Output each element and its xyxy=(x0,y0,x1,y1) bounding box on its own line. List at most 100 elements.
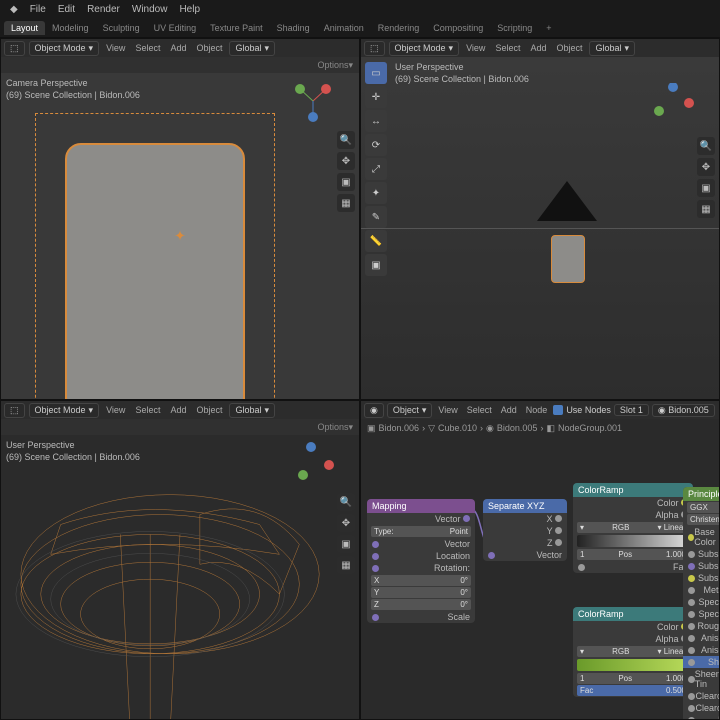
menu-file[interactable]: File xyxy=(24,4,52,15)
ramp-gradient[interactable] xyxy=(577,535,689,547)
pan-icon[interactable]: ✥ xyxy=(697,158,715,176)
v3d-select[interactable]: Select xyxy=(132,43,163,53)
menu-render[interactable]: Render xyxy=(81,4,126,15)
v3d-object[interactable]: Object xyxy=(193,43,225,53)
object-bidon-small[interactable] xyxy=(551,235,585,283)
bc-object[interactable]: ▣ Bidon.006 xyxy=(367,423,419,434)
scene-label: (69) Scene Collection | Bidon.006 xyxy=(395,74,529,86)
tool-rotate[interactable]: ⟳ xyxy=(365,134,387,156)
bc-mesh[interactable]: ▽ Cube.010 xyxy=(428,423,477,434)
perspective-label: Camera Perspective xyxy=(6,78,140,90)
persp-icon[interactable]: ▦ xyxy=(337,556,355,574)
orientation-select[interactable]: Global ▾ xyxy=(589,41,635,56)
tool-annotate[interactable]: ✎ xyxy=(365,206,387,228)
tab-layout[interactable]: Layout xyxy=(4,21,45,35)
node-breadcrumb: ▣ Bidon.006 › ▽ Cube.010 › ◉ Bidon.005 ›… xyxy=(361,419,719,437)
use-nodes-checkbox[interactable] xyxy=(553,405,563,415)
pan-icon[interactable]: ✥ xyxy=(337,152,355,170)
viewport-canvas[interactable]: Camera Perspective (69) Scene Collection… xyxy=(1,73,359,399)
node-principled-bsdf[interactable]: Principle GGX Christens Base Color Subsu… xyxy=(683,487,720,720)
editor-type-icon[interactable]: ⬚ xyxy=(4,41,25,56)
shader-type[interactable]: Object ▾ xyxy=(387,403,433,418)
ne-add[interactable]: Add xyxy=(498,405,520,415)
options-toggle[interactable]: Options xyxy=(317,60,348,70)
zoom-icon[interactable]: 🔍 xyxy=(697,137,715,155)
camera-icon[interactable]: ▣ xyxy=(697,179,715,197)
persp-icon[interactable]: ▦ xyxy=(337,194,355,212)
nav-gizmo[interactable] xyxy=(651,83,695,127)
tab-add[interactable]: + xyxy=(539,21,558,35)
menu-window[interactable]: Window xyxy=(126,4,174,15)
tab-scripting[interactable]: Scripting xyxy=(490,21,539,35)
viewport-canvas[interactable]: User Perspective (69) Scene Collection |… xyxy=(361,57,719,399)
tool-move[interactable]: ↔ xyxy=(365,110,387,132)
mode-selector[interactable]: Object Mode ▾ xyxy=(29,403,100,418)
tab-sculpting[interactable]: Sculpting xyxy=(96,21,147,35)
mode-selector[interactable]: Object Mode ▾ xyxy=(389,41,460,56)
mode-selector[interactable]: Object Mode ▾ xyxy=(29,41,100,56)
node-title: Mapping xyxy=(367,499,475,513)
orientation-select[interactable]: Global ▾ xyxy=(229,41,275,56)
v3d-add[interactable]: Add xyxy=(167,405,189,415)
object-bidon[interactable] xyxy=(65,143,245,400)
bc-material[interactable]: ◉ Bidon.005 xyxy=(486,423,537,434)
zoom-icon[interactable]: 🔍 xyxy=(337,493,355,511)
perspective-label: User Perspective xyxy=(395,62,529,74)
editor-type-icon[interactable]: ◉ xyxy=(364,403,384,418)
menu-edit[interactable]: Edit xyxy=(52,4,81,15)
bc-nodegroup[interactable]: ◧ NodeGroup.001 xyxy=(546,423,622,434)
tool-cursor[interactable]: ✛ xyxy=(365,86,387,108)
node-colorramp-1[interactable]: ColorRamp Color Alpha ▾RGB▾ Linear 1Pos1… xyxy=(573,483,693,573)
node-mapping[interactable]: Mapping Vector Type:Point Vector Locatio… xyxy=(367,499,475,623)
v3d-select[interactable]: Select xyxy=(132,405,163,415)
options-toggle[interactable]: Options xyxy=(317,422,348,432)
ne-node[interactable]: Node xyxy=(523,405,551,415)
camera-icon[interactable]: ▣ xyxy=(337,535,355,553)
v3d-select[interactable]: Select xyxy=(492,43,523,53)
nav-gizmo[interactable] xyxy=(291,441,335,485)
tool-select-box[interactable]: ▭ xyxy=(365,62,387,84)
camera-icon[interactable]: ▣ xyxy=(337,173,355,191)
ne-view[interactable]: View xyxy=(435,405,460,415)
v3d-add[interactable]: Add xyxy=(527,43,549,53)
v3d-view[interactable]: View xyxy=(103,43,128,53)
v3d-view[interactable]: View xyxy=(103,405,128,415)
tool-transform[interactable]: ✦ xyxy=(365,182,387,204)
tool-scale[interactable]: ⤢ xyxy=(365,158,387,180)
tab-shading[interactable]: Shading xyxy=(270,21,317,35)
editor-type-icon[interactable]: ⬚ xyxy=(364,41,385,56)
v3d-object[interactable]: Object xyxy=(553,43,585,53)
menu-help[interactable]: Help xyxy=(173,4,206,15)
nav-gizmo[interactable] xyxy=(291,79,335,123)
ramp-gradient[interactable] xyxy=(577,659,689,671)
material-select[interactable]: ◉ Bidon.005 xyxy=(652,404,715,417)
viewport-canvas-wire[interactable]: User Perspective (69) Scene Collection |… xyxy=(1,435,359,719)
tab-modeling[interactable]: Modeling xyxy=(45,21,96,35)
pan-icon[interactable]: ✥ xyxy=(337,514,355,532)
v3d-view[interactable]: View xyxy=(463,43,488,53)
top-menu: ◆ File Edit Render Window Help xyxy=(0,0,720,18)
tab-uvediting[interactable]: UV Editing xyxy=(147,21,204,35)
editor-type-icon[interactable]: ⬚ xyxy=(4,403,25,418)
zoom-icon[interactable]: 🔍 xyxy=(337,131,355,149)
v3d-header: ⬚ Object Mode ▾ View Select Add Object G… xyxy=(1,39,359,57)
ne-select[interactable]: Select xyxy=(464,405,495,415)
node-separate-xyz[interactable]: Separate XYZ X Y Z Vector xyxy=(483,499,567,561)
v3d-add[interactable]: Add xyxy=(167,43,189,53)
orientation-select[interactable]: Global ▾ xyxy=(229,403,275,418)
node-colorramp-2[interactable]: ColorRamp Color Alpha ▾RGB▾ Linear 1Pos1… xyxy=(573,607,693,697)
node-canvas[interactable]: Mapping Vector Type:Point Vector Locatio… xyxy=(361,437,719,719)
node-editor-header: ◉ Object ▾ View Select Add Node Use Node… xyxy=(361,401,719,419)
persp-icon[interactable]: ▦ xyxy=(697,200,715,218)
slot-select[interactable]: Slot 1 xyxy=(614,404,649,416)
tab-compositing[interactable]: Compositing xyxy=(426,21,490,35)
camera-object[interactable] xyxy=(537,181,597,221)
viewport-overlay: User Perspective (69) Scene Collection |… xyxy=(395,62,529,85)
tab-texturepaint[interactable]: Texture Paint xyxy=(203,21,270,35)
v3d-object[interactable]: Object xyxy=(193,405,225,415)
tab-rendering[interactable]: Rendering xyxy=(371,21,427,35)
tool-addcube[interactable]: ▣ xyxy=(365,254,387,276)
tool-measure[interactable]: 📏 xyxy=(365,230,387,252)
tab-animation[interactable]: Animation xyxy=(317,21,371,35)
blender-icon[interactable]: ◆ xyxy=(4,4,24,15)
